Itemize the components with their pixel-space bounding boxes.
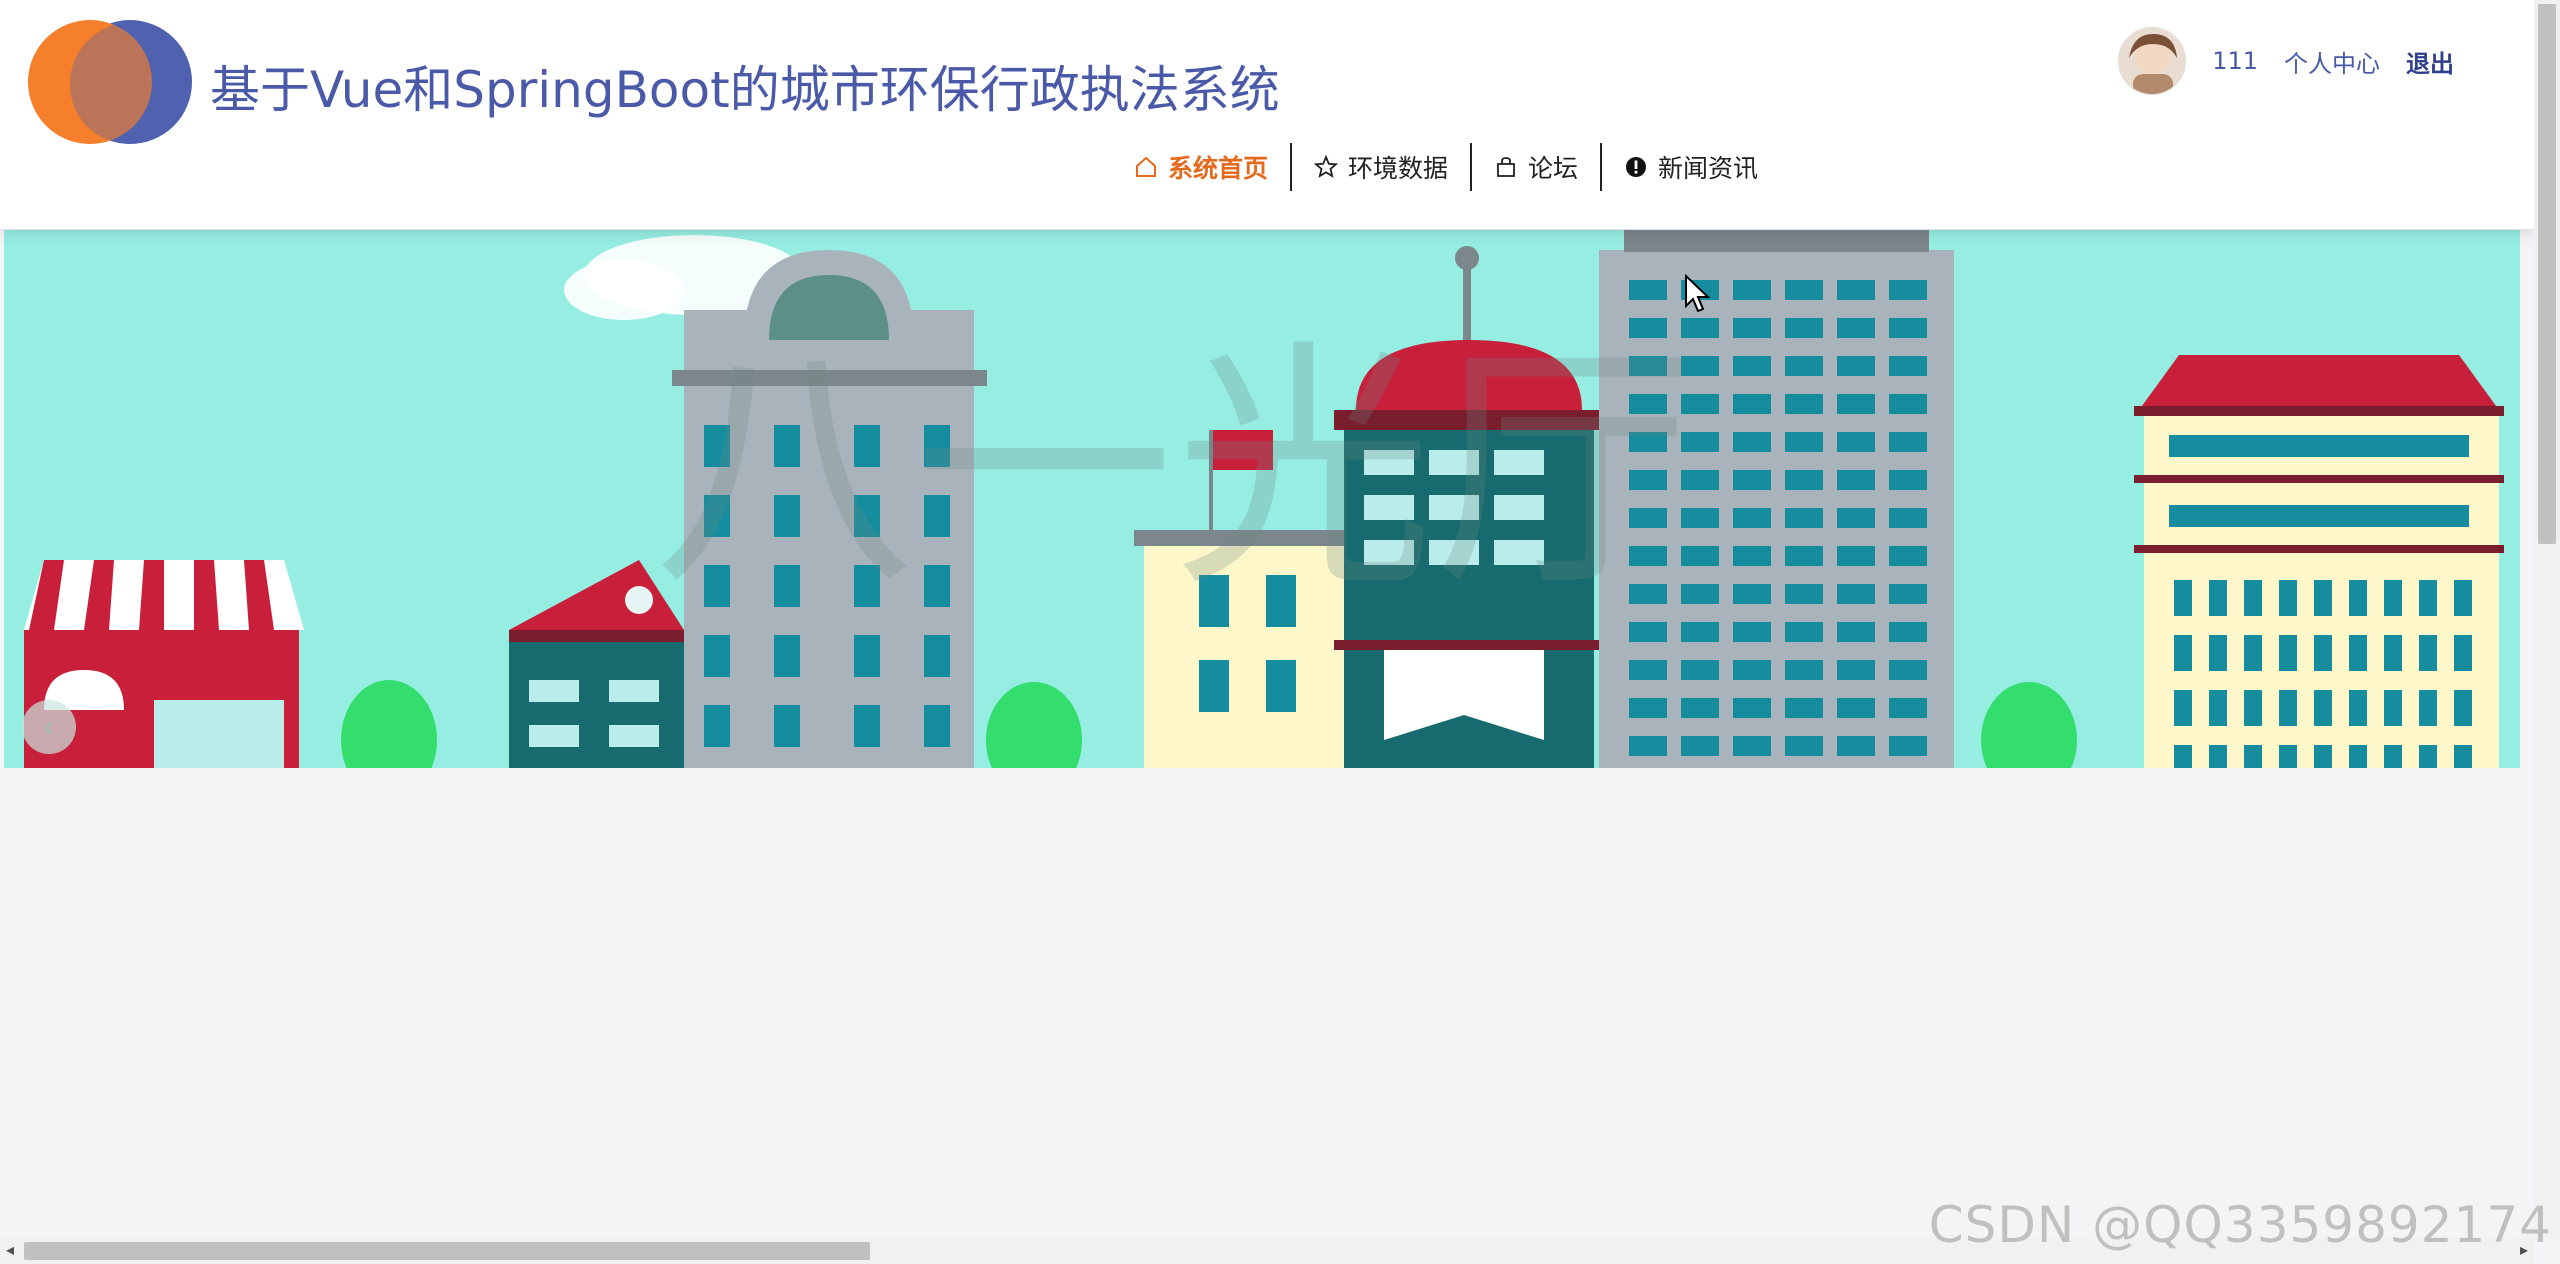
nav-item-news[interactable]: 新闻资讯 <box>1602 143 1780 191</box>
vertical-scroll-thumb[interactable] <box>2538 4 2556 544</box>
page-title: 基于Vue和SpringBoot的城市环保行政执法系统 <box>210 61 1280 119</box>
nav-item-environment-data[interactable]: 环境数据 <box>1292 143 1470 191</box>
nav-item-forum[interactable]: 论坛 <box>1472 143 1600 191</box>
star-icon <box>1313 154 1339 179</box>
vertical-scrollbar[interactable] <box>2534 0 2560 1240</box>
bag-icon <box>1494 155 1518 179</box>
watermark: CSDN @QQ3359892174 <box>1928 1196 2552 1254</box>
nav-label: 系统首页 <box>1168 154 1269 183</box>
main-nav: 系统首页 环境数据 论坛 新闻资讯 <box>1112 140 1780 194</box>
nav-item-home[interactable]: 系统首页 <box>1112 143 1290 191</box>
page: 基于Vue和SpringBoot的城市环保行政执法系统 111 个人中心 退出 … <box>0 0 2560 1264</box>
nav-label: 环境数据 <box>1348 154 1449 183</box>
svg-text:八一光厅: 八一光厅 <box>654 320 1694 622</box>
scroll-left-arrow-icon[interactable]: ◂ <box>6 1240 14 1259</box>
header: 基于Vue和SpringBoot的城市环保行政执法系统 111 个人中心 退出 … <box>0 0 2534 229</box>
banner-carousel[interactable]: 八一光厅 ‹ <box>4 230 2520 768</box>
user-area: 111 个人中心 退出 <box>2118 26 2454 96</box>
logout-button[interactable]: 退出 <box>2406 44 2454 79</box>
carousel-prev-button[interactable]: ‹ <box>22 700 76 754</box>
nav-label: 论坛 <box>1528 154 1579 183</box>
logo <box>26 18 196 146</box>
avatar[interactable] <box>2118 27 2187 95</box>
nav-label: 新闻资讯 <box>1658 154 1759 183</box>
user-name: 111 <box>2212 47 2258 75</box>
alert-icon <box>1624 155 1648 179</box>
city-illustration: 八一光厅 <box>24 230 2504 768</box>
profile-link[interactable]: 个人中心 <box>2284 44 2380 79</box>
mouse-cursor-icon <box>1684 273 1712 318</box>
horizontal-scroll-thumb[interactable] <box>24 1242 870 1260</box>
home-icon <box>1134 155 1158 179</box>
